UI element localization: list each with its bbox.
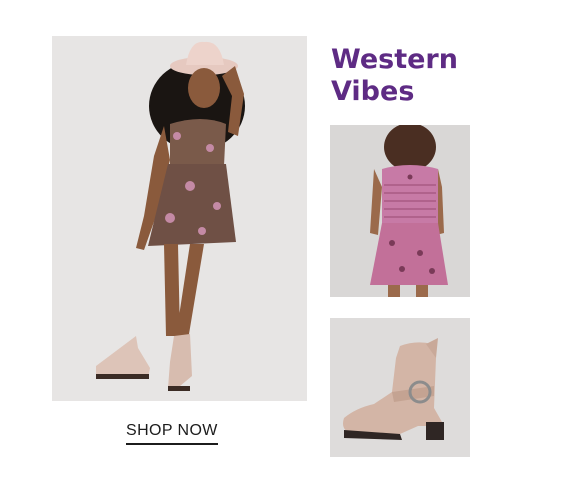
main-product-photo[interactable] bbox=[52, 36, 307, 401]
dress-back-view-photo[interactable] bbox=[330, 125, 470, 297]
pink-dress-back-image bbox=[330, 125, 470, 297]
headline-line-1: Western bbox=[331, 44, 458, 75]
headline-line-2: Vibes bbox=[331, 76, 415, 107]
boot-product-photo[interactable] bbox=[330, 318, 470, 457]
girl-cowboy-outfit-image bbox=[52, 36, 307, 401]
headline: Western Vibes bbox=[331, 44, 458, 108]
western-boot-image bbox=[330, 318, 470, 457]
shop-now-link[interactable]: SHOP NOW bbox=[126, 422, 218, 445]
